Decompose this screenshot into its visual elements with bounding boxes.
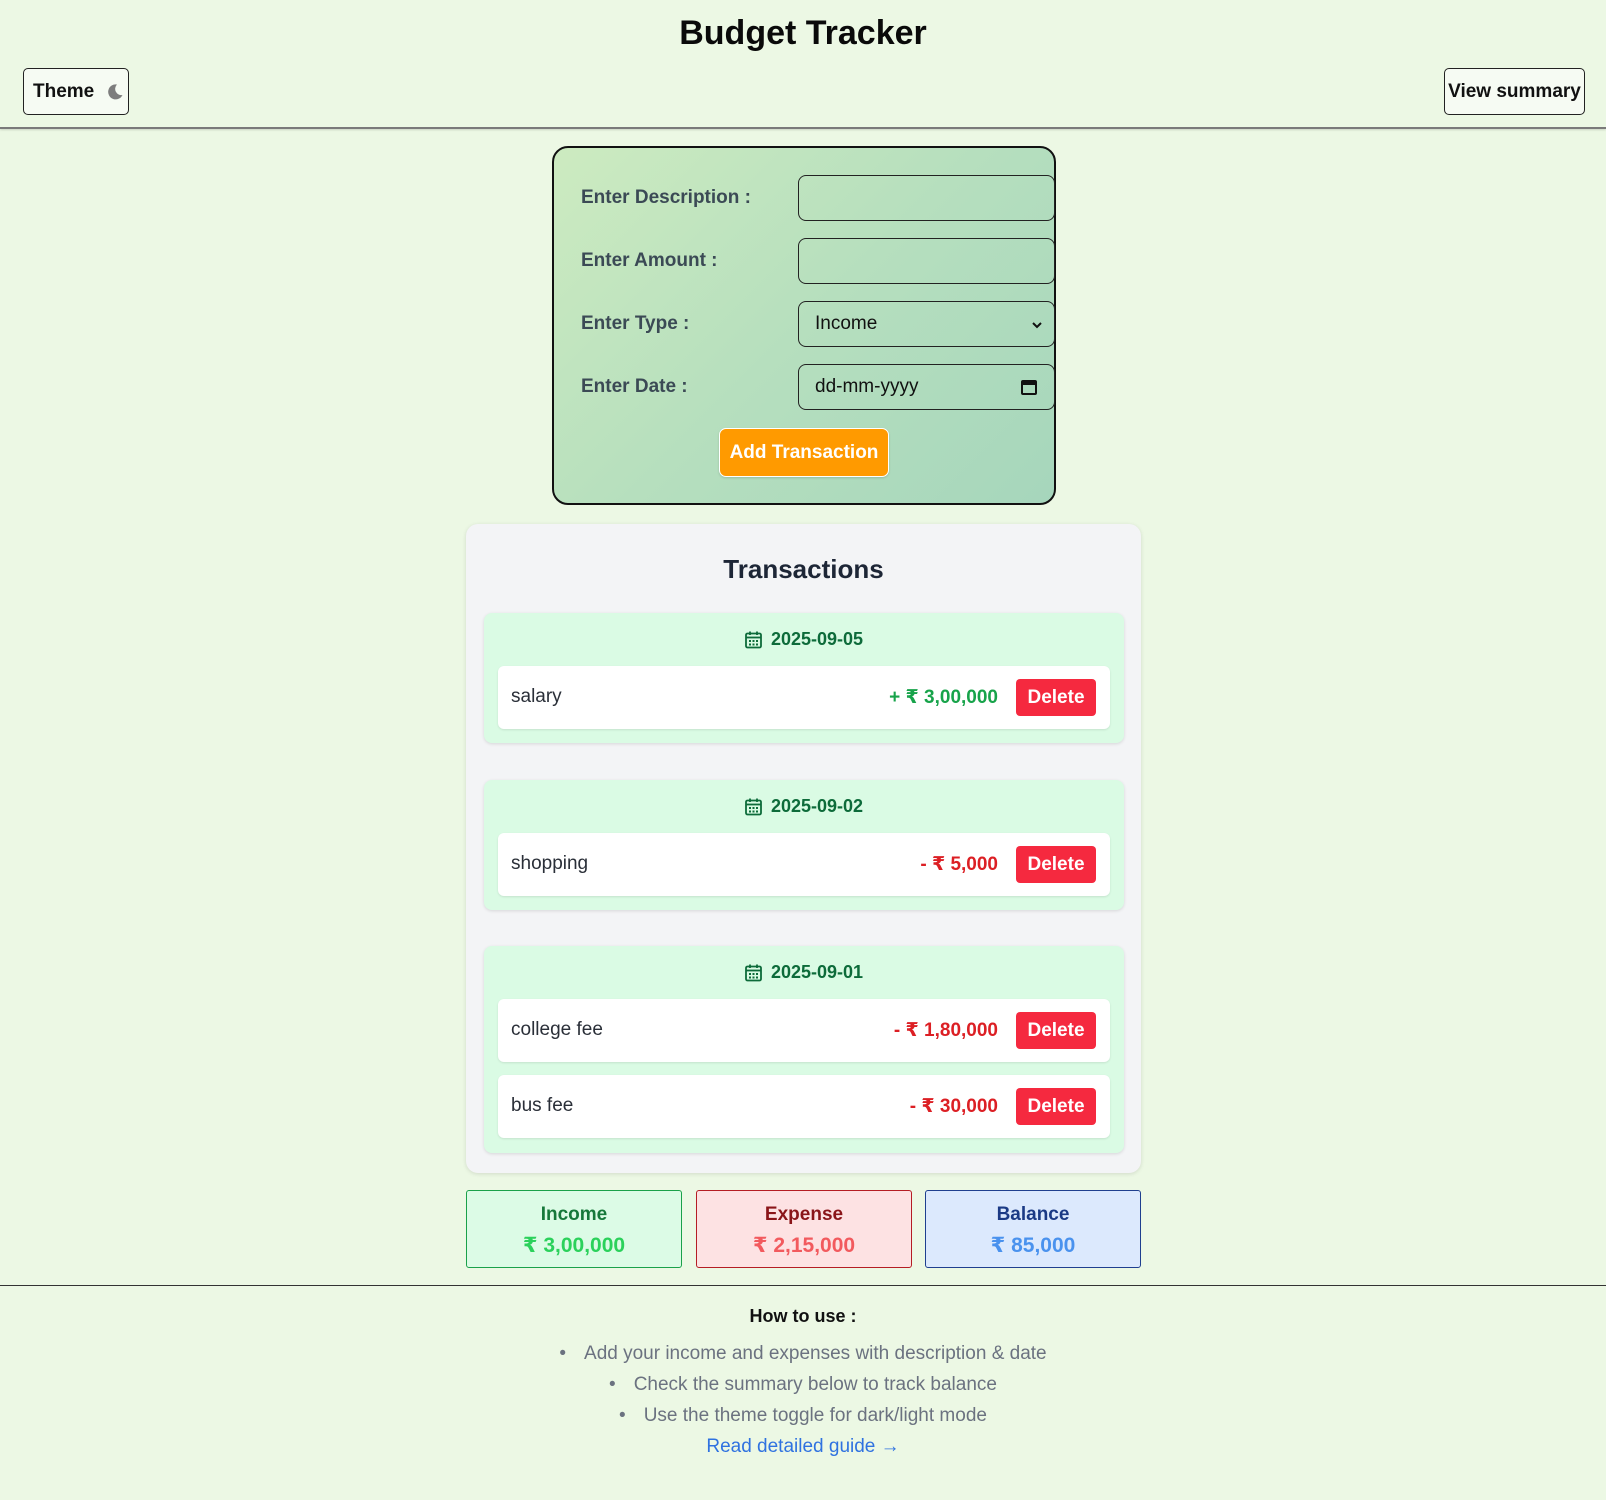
transaction-amount: + ₹ 3,00,000 bbox=[889, 687, 998, 708]
amount-row: Enter Amount : bbox=[581, 238, 1055, 284]
transactions-title: Transactions bbox=[723, 554, 884, 584]
transaction-description: bus fee bbox=[511, 1095, 574, 1116]
amount-input[interactable] bbox=[798, 238, 1055, 284]
description-label: Enter Description : bbox=[581, 187, 751, 208]
income-value: ₹ 3,00,000 bbox=[522, 1234, 626, 1257]
group-date-text: 2025-09-05 bbox=[770, 629, 864, 649]
delete-button[interactable]: Delete bbox=[1016, 1012, 1096, 1049]
description-input[interactable] bbox=[798, 175, 1055, 221]
transaction-item: bus fee - ₹ 30,000 Delete bbox=[498, 1075, 1110, 1138]
how-to-use-step: Use the theme toggle for dark/light mode bbox=[0, 1400, 1606, 1431]
transaction-description: salary bbox=[511, 686, 562, 707]
balance-value: ₹ 85,000 bbox=[990, 1234, 1076, 1257]
type-select-value: Income bbox=[815, 313, 878, 334]
group-date: 2025-09-05 bbox=[484, 629, 1124, 650]
income-label: Income bbox=[540, 1204, 608, 1225]
balance-label: Balance bbox=[996, 1204, 1070, 1225]
transaction-amount: - ₹ 1,80,000 bbox=[893, 1020, 998, 1041]
view-summary-button[interactable]: View summary bbox=[1444, 68, 1585, 115]
group-date: 2025-09-01 bbox=[484, 962, 1124, 983]
calendar-icon bbox=[745, 798, 762, 815]
date-input[interactable]: dd-mm-yyyy bbox=[798, 364, 1055, 410]
type-select[interactable]: Income bbox=[798, 301, 1055, 347]
type-label: Enter Type : bbox=[581, 313, 690, 334]
calendar-icon[interactable] bbox=[1020, 378, 1038, 402]
amount-label: Enter Amount : bbox=[581, 250, 718, 271]
transaction-item: college fee - ₹ 1,80,000 Delete bbox=[498, 999, 1110, 1062]
calendar-icon bbox=[745, 631, 762, 648]
app-header: Budget Tracker Theme View summary bbox=[0, 0, 1606, 129]
detailed-guide-link[interactable]: Read detailed guide → bbox=[0, 1436, 1606, 1458]
chevron-down-icon bbox=[1030, 316, 1044, 338]
type-row: Enter Type : Income bbox=[581, 301, 1055, 347]
transaction-group: 2025-09-02 shopping - ₹ 5,000 Delete bbox=[484, 780, 1124, 910]
description-row: Enter Description : bbox=[581, 175, 1055, 221]
expense-value: ₹ 2,15,000 bbox=[752, 1234, 856, 1257]
transaction-form: Enter Description : Enter Amount : Enter… bbox=[552, 146, 1056, 505]
transaction-group: 2025-09-05 salary + ₹ 3,00,000 Delete bbox=[484, 613, 1124, 743]
group-date-text: 2025-09-02 bbox=[770, 796, 864, 816]
transaction-amount: - ₹ 30,000 bbox=[909, 1096, 998, 1117]
calendar-icon bbox=[745, 964, 762, 981]
date-row: Enter Date : dd-mm-yyyy bbox=[581, 364, 1055, 410]
transaction-group: 2025-09-01 college fee - ₹ 1,80,000 Dele… bbox=[484, 946, 1124, 1153]
add-transaction-button[interactable]: Add Transaction bbox=[719, 428, 889, 477]
moon-icon bbox=[106, 83, 124, 101]
transaction-description: college fee bbox=[511, 1019, 603, 1040]
theme-toggle-button[interactable]: Theme bbox=[23, 68, 129, 115]
group-date-text: 2025-09-01 bbox=[770, 962, 864, 982]
delete-button[interactable]: Delete bbox=[1016, 679, 1096, 716]
how-to-use-step: Check the summary below to track balance bbox=[0, 1369, 1606, 1400]
expense-summary: Expense ₹ 2,15,000 bbox=[696, 1190, 912, 1268]
delete-button[interactable]: Delete bbox=[1016, 846, 1096, 883]
date-placeholder: dd-mm-yyyy bbox=[815, 376, 919, 397]
balance-summary: Balance ₹ 85,000 bbox=[925, 1190, 1141, 1268]
transaction-amount: - ₹ 5,000 bbox=[920, 854, 998, 875]
delete-button[interactable]: Delete bbox=[1016, 1088, 1096, 1125]
expense-label: Expense bbox=[764, 1204, 844, 1225]
theme-button-label: Theme bbox=[33, 80, 95, 102]
group-date: 2025-09-02 bbox=[484, 796, 1124, 817]
date-label: Enter Date : bbox=[581, 376, 688, 397]
transaction-item: salary + ₹ 3,00,000 Delete bbox=[498, 666, 1110, 729]
transaction-item: shopping - ₹ 5,000 Delete bbox=[498, 833, 1110, 896]
transaction-description: shopping bbox=[511, 853, 589, 874]
how-to-use-list: Add your income and expenses with descri… bbox=[0, 1338, 1606, 1431]
how-to-use-step: Add your income and expenses with descri… bbox=[0, 1338, 1606, 1369]
how-to-use-title: How to use : bbox=[749, 1306, 857, 1326]
income-summary: Income ₹ 3,00,000 bbox=[466, 1190, 682, 1268]
footer: How to use : Add your income and expense… bbox=[0, 1285, 1606, 1500]
app-title: Budget Tracker bbox=[679, 14, 927, 52]
transactions-panel: Transactions 2025-09-05 salary + ₹ 3,00,… bbox=[466, 524, 1141, 1173]
